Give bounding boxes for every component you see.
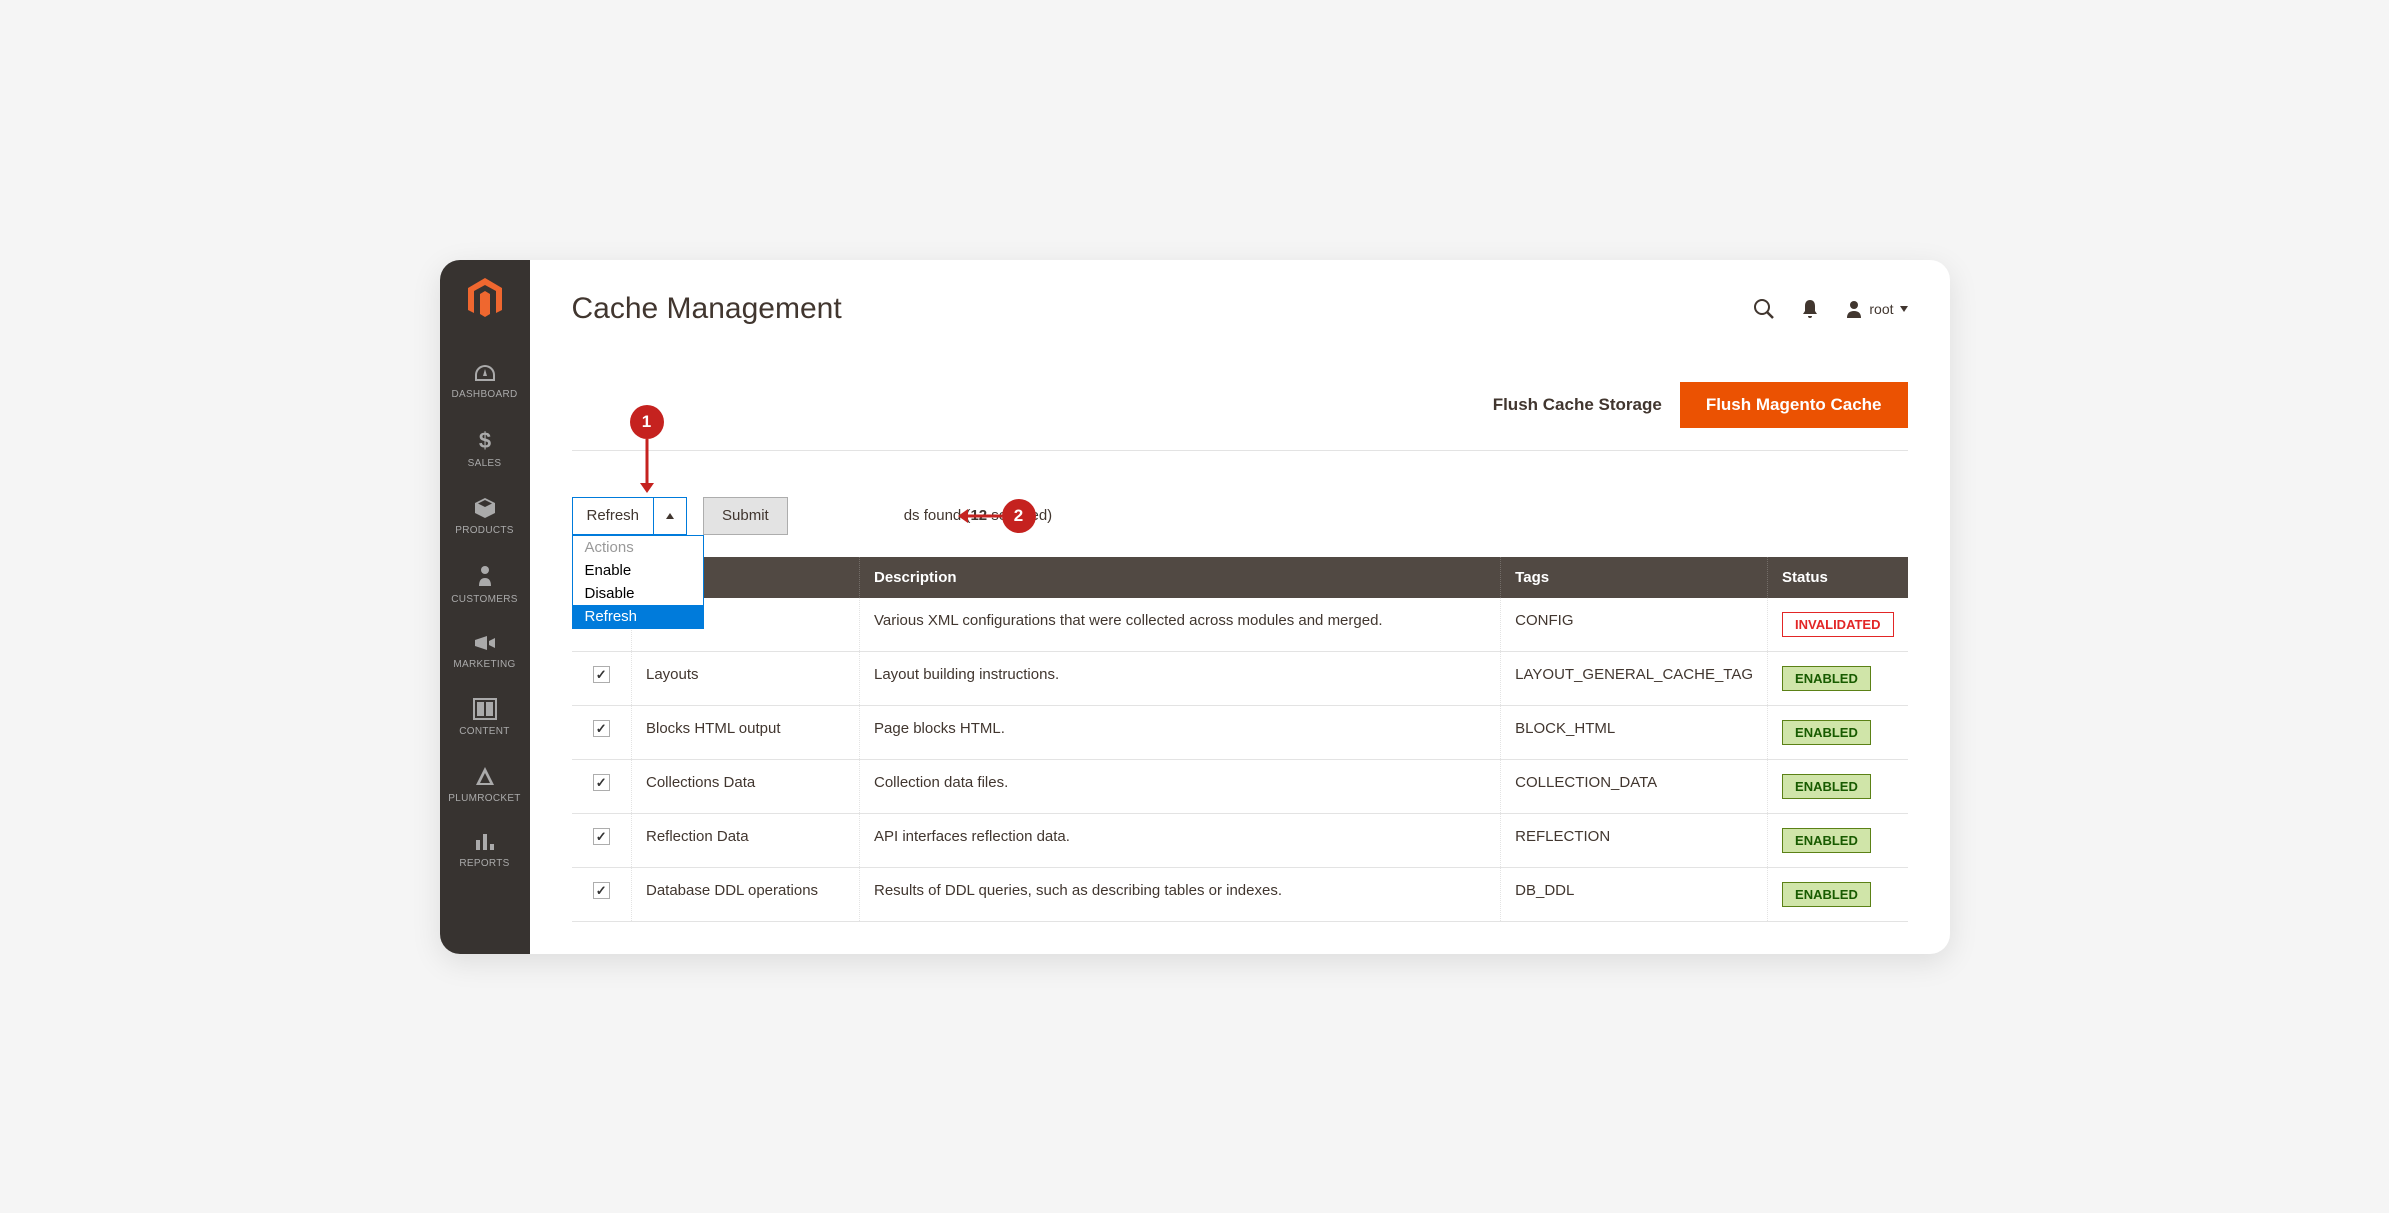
cache-description-cell: Results of DDL queries, such as describi… — [860, 867, 1501, 921]
user-menu[interactable]: root — [1845, 300, 1907, 318]
sidebar-item-reports[interactable]: REPORTS — [440, 818, 530, 883]
app-window: DASHBOARD $ SALES PRODUCTS CUSTOMERS MAR… — [440, 260, 1950, 954]
table-row: Layouts Layout building instructions. LA… — [572, 651, 1908, 705]
sidebar-item-label: PRODUCTS — [455, 525, 514, 536]
sidebar-item-label: MARKETING — [453, 659, 515, 670]
box-icon — [473, 497, 497, 519]
gauge-icon — [473, 363, 497, 383]
cache-type-cell: Database DDL operations — [632, 867, 860, 921]
status-badge: ENABLED — [1782, 774, 1871, 799]
sidebar-item-dashboard[interactable]: DASHBOARD — [440, 349, 530, 414]
row-checkbox[interactable] — [593, 828, 610, 845]
cache-type-cell: Reflection Data — [632, 813, 860, 867]
page-title: Cache Management — [572, 292, 842, 326]
sidebar-item-customers[interactable]: CUSTOMERS — [440, 550, 530, 619]
table-row: Database DDL operations Results of DDL q… — [572, 867, 1908, 921]
dollar-icon: $ — [475, 428, 495, 452]
svg-text:$: $ — [478, 428, 490, 452]
cache-description-cell: Page blocks HTML. — [860, 705, 1501, 759]
row-checkbox[interactable] — [593, 720, 610, 737]
table-row: Reflection Data API interfaces reflectio… — [572, 813, 1908, 867]
sidebar-item-label: CONTENT — [459, 726, 509, 737]
table-row: Blocks HTML output Page blocks HTML. BLO… — [572, 705, 1908, 759]
sidebar-item-label: DASHBOARD — [451, 389, 517, 400]
user-name: root — [1869, 301, 1893, 317]
row-checkbox[interactable] — [593, 882, 610, 899]
status-badge: ENABLED — [1782, 882, 1871, 907]
cache-description-cell: Layout building instructions. — [860, 651, 1501, 705]
arrow-down-icon — [640, 439, 654, 493]
sidebar-item-products[interactable]: PRODUCTS — [440, 483, 530, 550]
header-actions: root — [1753, 298, 1907, 320]
submit-button[interactable]: Submit — [703, 497, 788, 535]
bars-icon — [474, 832, 496, 852]
cache-table: ype Description Tags Status ation Variou… — [572, 557, 1908, 922]
sidebar-item-label: CUSTOMERS — [451, 594, 517, 605]
row-checkbox[interactable] — [593, 774, 610, 791]
person-icon — [475, 564, 495, 588]
sidebar-item-sales[interactable]: $ SALES — [440, 414, 530, 483]
action-bar: Flush Cache Storage Flush Magento Cache — [572, 382, 1908, 451]
megaphone-icon — [473, 633, 497, 653]
status-badge: ENABLED — [1782, 828, 1871, 853]
cache-tags-cell: CONFIG — [1501, 598, 1768, 652]
col-header-tags[interactable]: Tags — [1501, 557, 1768, 598]
col-header-description[interactable]: Description — [860, 557, 1501, 598]
cache-tags-cell: COLLECTION_DATA — [1501, 759, 1768, 813]
col-header-status[interactable]: Status — [1768, 557, 1908, 598]
main-content: Cache Management root Flush Cache Storag… — [530, 260, 1950, 954]
cache-description-cell: Various XML configurations that were col… — [860, 598, 1501, 652]
cache-type-cell: Collections Data — [632, 759, 860, 813]
cache-tags-cell: BLOCK_HTML — [1501, 705, 1768, 759]
chevron-up-icon — [666, 513, 674, 519]
status-badge: INVALIDATED — [1782, 612, 1893, 637]
toolbar: Refresh Actions Enable Disable Refresh S… — [572, 497, 1908, 535]
status-badge: ENABLED — [1782, 666, 1871, 691]
dropdown-header: Actions — [573, 536, 703, 559]
cache-description-cell: Collection data files. — [860, 759, 1501, 813]
header: Cache Management root — [572, 292, 1908, 326]
cache-type-cell: Blocks HTML output — [632, 705, 860, 759]
flush-cache-storage-button[interactable]: Flush Cache Storage — [1493, 395, 1662, 415]
cache-tags-cell: DB_DDL — [1501, 867, 1768, 921]
dropdown-option-refresh[interactable]: Refresh — [573, 605, 703, 628]
annotation-1: 1 — [630, 405, 664, 439]
sidebar-item-label: PLUMROCKET — [448, 793, 520, 804]
magento-logo-icon — [466, 278, 504, 325]
dropdown-menu: Actions Enable Disable Refresh — [572, 535, 704, 629]
sidebar-item-content[interactable]: CONTENT — [440, 684, 530, 751]
sidebar-item-label: SALES — [468, 458, 502, 469]
chevron-down-icon — [1900, 306, 1908, 312]
dropdown-option-enable[interactable]: Enable — [573, 559, 703, 582]
dropdown-toggle[interactable] — [654, 498, 686, 534]
arrow-left-icon — [958, 509, 1002, 523]
search-icon[interactable] — [1753, 298, 1775, 320]
sidebar-item-plumrocket[interactable]: PLUMROCKET — [440, 751, 530, 818]
status-badge: ENABLED — [1782, 720, 1871, 745]
sidebar-item-label: REPORTS — [459, 858, 509, 869]
actions-dropdown[interactable]: Refresh — [572, 497, 688, 535]
flush-magento-cache-button[interactable]: Flush Magento Cache — [1680, 382, 1908, 428]
cache-type-cell: Layouts — [632, 651, 860, 705]
bell-icon[interactable] — [1801, 299, 1819, 319]
table-row: ation Various XML configurations that we… — [572, 598, 1908, 652]
sidebar: DASHBOARD $ SALES PRODUCTS CUSTOMERS MAR… — [440, 260, 530, 954]
annotation-2: 2 — [1002, 499, 1036, 533]
table-row: Collections Data Collection data files. … — [572, 759, 1908, 813]
cache-description-cell: API interfaces reflection data. — [860, 813, 1501, 867]
row-checkbox[interactable] — [593, 666, 610, 683]
dropdown-option-disable[interactable]: Disable — [573, 582, 703, 605]
cache-tags-cell: REFLECTION — [1501, 813, 1768, 867]
triangle-icon — [474, 765, 496, 787]
layout-icon — [473, 698, 497, 720]
dropdown-selected-label: Refresh — [573, 498, 655, 534]
sidebar-item-marketing[interactable]: MARKETING — [440, 619, 530, 684]
cache-tags-cell: LAYOUT_GENERAL_CACHE_TAG — [1501, 651, 1768, 705]
user-icon — [1845, 300, 1863, 318]
